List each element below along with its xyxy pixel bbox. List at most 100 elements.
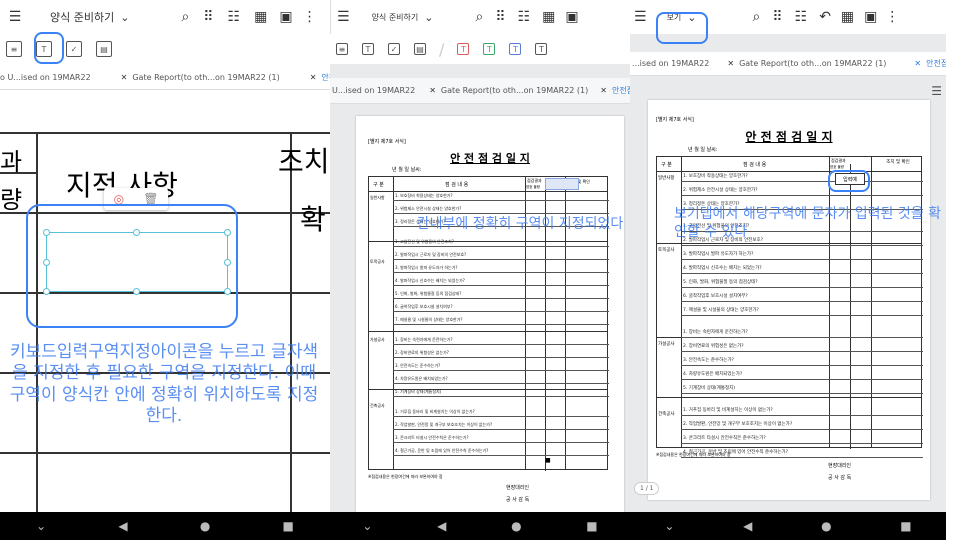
back-icon[interactable]: ◀ bbox=[118, 519, 127, 533]
doc-fragment: 조치 bbox=[278, 145, 330, 178]
menu-icon[interactable]: ☰ bbox=[337, 9, 350, 25]
form-title: 안 전 점 검 일 지 bbox=[450, 152, 530, 165]
checklist-item: 7. 매설물 및 시설물의 상태는 양호한가? bbox=[395, 317, 463, 322]
checklist-item: 1. 거푸집 동바리 및 비계설치는 이상이 없는가? bbox=[395, 409, 475, 414]
document-icon[interactable]: ▣ bbox=[864, 9, 877, 25]
document-icon[interactable]: ▣ bbox=[565, 9, 578, 25]
apps-icon[interactable]: ▦ bbox=[841, 9, 854, 25]
search-icon[interactable]: ⌕ bbox=[475, 9, 483, 25]
more-icon[interactable]: ⋮ bbox=[303, 9, 317, 25]
document-icon[interactable]: ▣ bbox=[279, 9, 292, 25]
undo-icon[interactable]: ↶ bbox=[819, 9, 831, 25]
grid-icon[interactable]: ⠿ bbox=[772, 9, 782, 25]
checklist-item: 2. 작업발판, 안전망 및 개구부 보호조치는 이상이 없는가? bbox=[683, 422, 793, 427]
grid-icon[interactable]: ⠿ bbox=[203, 9, 213, 25]
form-tool-icon[interactable]: ▤ bbox=[96, 41, 112, 57]
recents-icon[interactable]: ■ bbox=[283, 519, 294, 533]
search-icon[interactable]: ⌕ bbox=[181, 9, 189, 25]
apps-icon[interactable]: ▦ bbox=[254, 9, 267, 25]
tab-3[interactable]: 안전점검일지 bbox=[321, 72, 330, 83]
checklist-item: 4. 발파작업시 신호수는 배치는 되었는가? bbox=[395, 278, 465, 283]
android-nav-bar: ⌄ ◀ ● ■ bbox=[630, 512, 946, 540]
close-icon[interactable]: ✕ bbox=[727, 59, 734, 68]
android-nav-bar: ⌄ ◀ ● ■ bbox=[330, 512, 630, 540]
table-tool-icon[interactable]: ≡ bbox=[336, 43, 348, 55]
table-tool-icon[interactable]: ≡ bbox=[6, 41, 22, 57]
checklist-item: 2. 위험제소 안전시설 상태는 양호한가? bbox=[395, 206, 462, 211]
date-row: 년 월 일 날씨: bbox=[688, 147, 718, 153]
tab-3[interactable]: 안전점검일지 bbox=[926, 58, 946, 69]
checklist-item: 3. 안전속도는 준수하는가? bbox=[395, 363, 441, 368]
list-icon[interactable]: ☷ bbox=[795, 9, 808, 25]
tab-2[interactable]: Gate Report(to oth...on 19MAR22 (1) bbox=[441, 86, 588, 95]
panel-3-view-tab: ☰ 보기 ⌄ ⌕ ⠿ ☷ ↶ ▦ ▣ ⋮ ...ised on 19MAR22 … bbox=[630, 0, 946, 540]
panel-2-editor-page: ☰ 양식 준비하기 ⌄ ⌕ ⠿ ☷ ▦ ▣ ≡ T ✓ ▤ / T T T T … bbox=[330, 0, 630, 540]
blue-input-icon[interactable]: T bbox=[509, 43, 522, 55]
menu-icon[interactable]: ☰ bbox=[8, 9, 22, 25]
chevron-down-icon[interactable]: ⌄ bbox=[120, 11, 129, 24]
menu-icon[interactable]: ☰ bbox=[634, 9, 647, 25]
form-prep-title[interactable]: 양식 준비하기 bbox=[50, 9, 114, 25]
red-input-icon[interactable]: T bbox=[457, 43, 470, 55]
checkbox-tool-icon[interactable]: ✓ bbox=[388, 43, 400, 55]
col-result: 점검결과 bbox=[527, 178, 542, 183]
close-icon[interactable]: ✕ bbox=[914, 59, 921, 68]
chevron-down-icon[interactable]: ⌄ bbox=[424, 11, 433, 24]
close-icon[interactable]: ✕ bbox=[429, 86, 436, 95]
back-icon[interactable]: ◀ bbox=[437, 519, 446, 533]
form-prep-title[interactable]: 양식 준비하기 bbox=[372, 12, 419, 23]
apps-icon[interactable]: ▦ bbox=[542, 9, 555, 25]
mark: ■ bbox=[545, 457, 551, 464]
tab-1[interactable]: U...ised on 19MAR22 bbox=[332, 86, 415, 95]
checklist-item: 4. 철근가공, 운반 및 조립에 있어 안전수칙 준수하는가? bbox=[395, 448, 489, 453]
checklist-item: 2. 장비연료의 위험성은 없는가? bbox=[683, 344, 744, 349]
home-icon[interactable]: ● bbox=[511, 519, 521, 533]
keyboard-input-area-icon[interactable]: T bbox=[362, 43, 374, 55]
col-items: 점 검 내 용 bbox=[445, 182, 469, 188]
chevron-down-icon[interactable]: ⌄ bbox=[664, 519, 674, 533]
grid-icon[interactable]: ⠿ bbox=[495, 9, 505, 25]
checkbox-tool-icon[interactable]: ✓ bbox=[66, 41, 82, 57]
highlight-input-example bbox=[828, 170, 870, 192]
back-icon[interactable]: ◀ bbox=[743, 519, 752, 533]
green-input-icon[interactable]: T bbox=[483, 43, 496, 55]
tab-2[interactable]: Gate Report(to oth...on 19MAR22 (1) bbox=[739, 59, 886, 68]
checklist-item: 2. 장비연료의 위험성은 없는가? bbox=[395, 350, 449, 355]
checklist-item: 7. 매설물 및 시설물의 상태는 양호한가? bbox=[683, 308, 759, 313]
list-icon[interactable]: ☷ bbox=[228, 9, 241, 25]
tab-3[interactable]: 안전점 bbox=[612, 85, 630, 96]
home-icon[interactable]: ● bbox=[200, 519, 210, 533]
sign-2: 공 사 감 독 bbox=[506, 497, 530, 503]
list-icon[interactable]: ☷ bbox=[518, 9, 531, 25]
search-icon[interactable]: ⌕ bbox=[753, 9, 761, 25]
highlight-selection bbox=[26, 204, 238, 328]
checklist-item: 2. 위험제소 안전시설 상태는 양호한가? bbox=[683, 188, 758, 193]
more-icon[interactable]: ⋮ bbox=[885, 9, 899, 25]
input-area[interactable] bbox=[545, 178, 579, 190]
highlight-view-tab bbox=[656, 12, 708, 44]
top-bar: ☰ 양식 준비하기 ⌄ ⌕ ⠿ ☷ ▦ ▣ bbox=[330, 0, 630, 34]
recents-icon[interactable]: ■ bbox=[586, 519, 597, 533]
tab-2[interactable]: Gate Report(to oth...on 19MAR22 (1) bbox=[132, 73, 279, 82]
section-label: 가설공사 bbox=[370, 337, 385, 342]
close-icon[interactable]: ✕ bbox=[121, 73, 128, 82]
close-icon[interactable]: ✕ bbox=[310, 73, 317, 82]
checklist-item: 4. 발파작업시 신호수는 배치는 되었는가? bbox=[683, 266, 762, 271]
recents-icon[interactable]: ■ bbox=[900, 519, 911, 533]
form-title: 안 전 점 검 일 지 bbox=[745, 130, 833, 144]
section-label: 가설공사 bbox=[658, 342, 675, 347]
checklist-item: 3. 콘크리트 타설시 안전수칙은 준수하는가? bbox=[395, 435, 469, 440]
tab-1[interactable]: o U...ised on 19MAR22 bbox=[0, 73, 91, 82]
tab-1[interactable]: ...ised on 19MAR22 bbox=[632, 59, 709, 68]
highlight-input-icon bbox=[34, 32, 64, 64]
checklist-item: 4. 차량유도원은 배치되었는가? bbox=[395, 376, 448, 381]
sign-2: 공 사 감 독 bbox=[828, 475, 852, 481]
chevron-down-icon[interactable]: ⌄ bbox=[36, 519, 46, 533]
input-color-dropdown-icon[interactable]: T bbox=[535, 43, 548, 55]
home-icon[interactable]: ● bbox=[821, 519, 831, 533]
form-number: [별지 제7호 서식] bbox=[368, 139, 406, 145]
menu-icon[interactable]: ☰ bbox=[931, 84, 942, 98]
form-tool-icon[interactable]: ▤ bbox=[414, 43, 426, 55]
chevron-down-icon[interactable]: ⌄ bbox=[362, 519, 372, 533]
close-icon[interactable]: ✕ bbox=[600, 86, 607, 95]
